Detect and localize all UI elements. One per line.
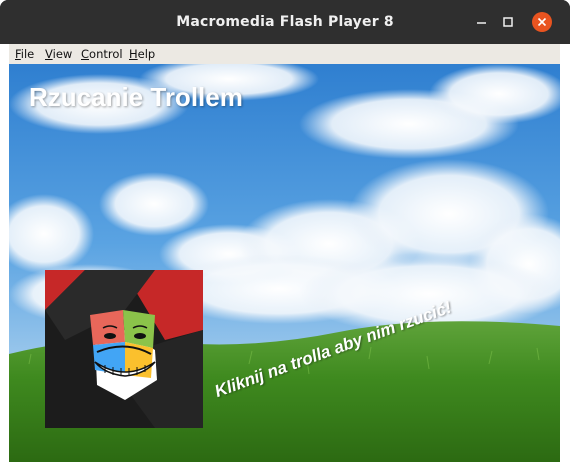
window-frame-right — [560, 44, 570, 464]
menu-file[interactable]: File — [15, 47, 34, 61]
flash-stage[interactable]: Rzucanie Trollem Kliknij na trolla aby n… — [9, 64, 560, 462]
window-frame-bottom — [0, 462, 570, 474]
trollface-icon — [45, 270, 203, 428]
game-title: Rzucanie Trollem — [29, 82, 243, 112]
close-button[interactable] — [532, 12, 552, 32]
window-frame-left — [0, 44, 9, 464]
troll-button[interactable] — [45, 270, 203, 428]
maximize-icon — [503, 17, 513, 27]
title-bar[interactable]: Macromedia Flash Player 8 — [0, 0, 570, 44]
maximize-button[interactable] — [498, 12, 518, 32]
menu-view[interactable]: View — [45, 47, 72, 61]
minimize-icon — [477, 22, 486, 24]
flash-player-window: Macromedia Flash Player 8 File View Cont… — [0, 0, 570, 474]
minimize-button[interactable] — [472, 12, 492, 32]
menu-help[interactable]: Help — [129, 47, 155, 61]
menu-control[interactable]: Control — [81, 47, 123, 61]
close-icon — [537, 17, 547, 27]
menu-bar: File View Control Help — [9, 44, 560, 64]
